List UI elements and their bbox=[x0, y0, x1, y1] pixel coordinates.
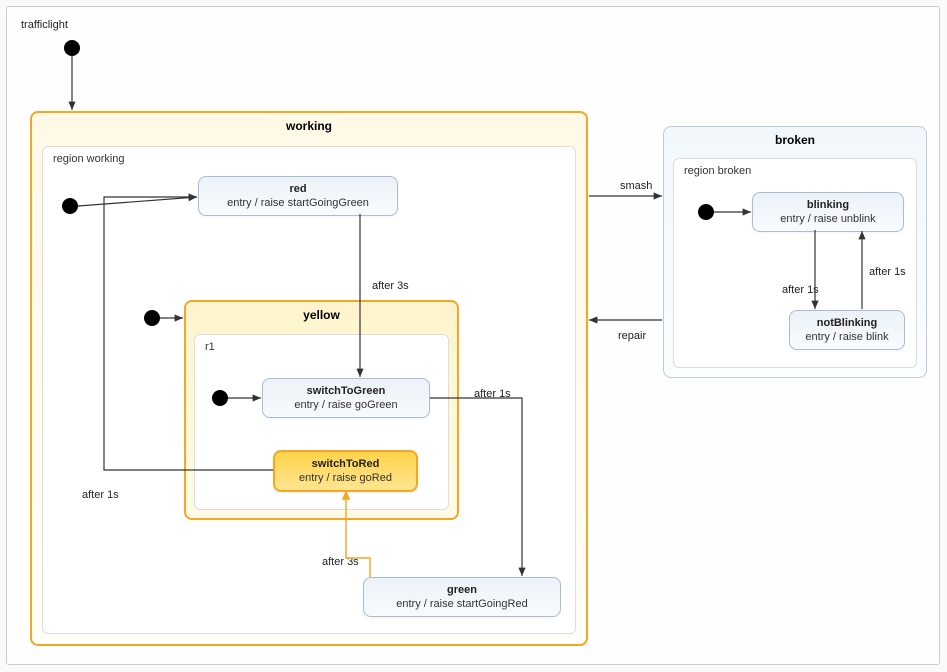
label-repair: repair bbox=[618, 330, 646, 342]
state-green-name: green bbox=[374, 584, 550, 596]
state-notblinking-name: notBlinking bbox=[800, 317, 894, 329]
state-green[interactable]: green entry / raise startGoingRed bbox=[363, 577, 561, 617]
region-working-label: region working bbox=[43, 147, 575, 165]
state-notblinking-entry: entry / raise blink bbox=[800, 331, 894, 343]
state-red-name: red bbox=[209, 183, 387, 195]
label-green-to-yellow: after 3s bbox=[322, 556, 359, 568]
state-green-entry: entry / raise startGoingRed bbox=[374, 598, 550, 610]
label-yellow-to-red: after 1s bbox=[82, 489, 119, 501]
initial-state-working bbox=[62, 198, 78, 214]
state-blinking[interactable]: blinking entry / raise unblink bbox=[752, 192, 904, 232]
initial-state-broken bbox=[698, 204, 714, 220]
state-switchtogreen[interactable]: switchToGreen entry / raise goGreen bbox=[262, 378, 430, 418]
region-yellow-label: r1 bbox=[195, 335, 448, 353]
initial-state-yellow bbox=[212, 390, 228, 406]
state-switchtogreen-entry: entry / raise goGreen bbox=[273, 399, 419, 411]
state-notblinking[interactable]: notBlinking entry / raise blink bbox=[789, 310, 905, 350]
diagram-title: trafficlight bbox=[21, 19, 68, 31]
state-broken-title: broken bbox=[664, 127, 926, 151]
state-red[interactable]: red entry / raise startGoingGreen bbox=[198, 176, 398, 216]
state-switchtogreen-name: switchToGreen bbox=[273, 385, 419, 397]
state-blinking-entry: entry / raise unblink bbox=[763, 213, 893, 225]
state-red-entry: entry / raise startGoingGreen bbox=[209, 197, 387, 209]
state-switchtored-entry: entry / raise goRed bbox=[285, 472, 406, 484]
state-working-title: working bbox=[32, 113, 586, 137]
label-yellow-to-green: after 1s bbox=[474, 388, 511, 400]
label-smash: smash bbox=[620, 180, 652, 192]
label-red-to-yellow: after 3s bbox=[372, 280, 409, 292]
state-switchtored-name: switchToRed bbox=[285, 458, 406, 470]
initial-state-top bbox=[64, 40, 80, 56]
initial-state-working-2 bbox=[144, 310, 160, 326]
label-blink-to-not: after 1s bbox=[782, 284, 819, 296]
state-blinking-name: blinking bbox=[763, 199, 893, 211]
region-broken-label: region broken bbox=[674, 159, 916, 177]
label-not-to-blink: after 1s bbox=[869, 266, 906, 278]
state-yellow-title: yellow bbox=[186, 302, 457, 326]
state-switchtored[interactable]: switchToRed entry / raise goRed bbox=[273, 450, 418, 492]
